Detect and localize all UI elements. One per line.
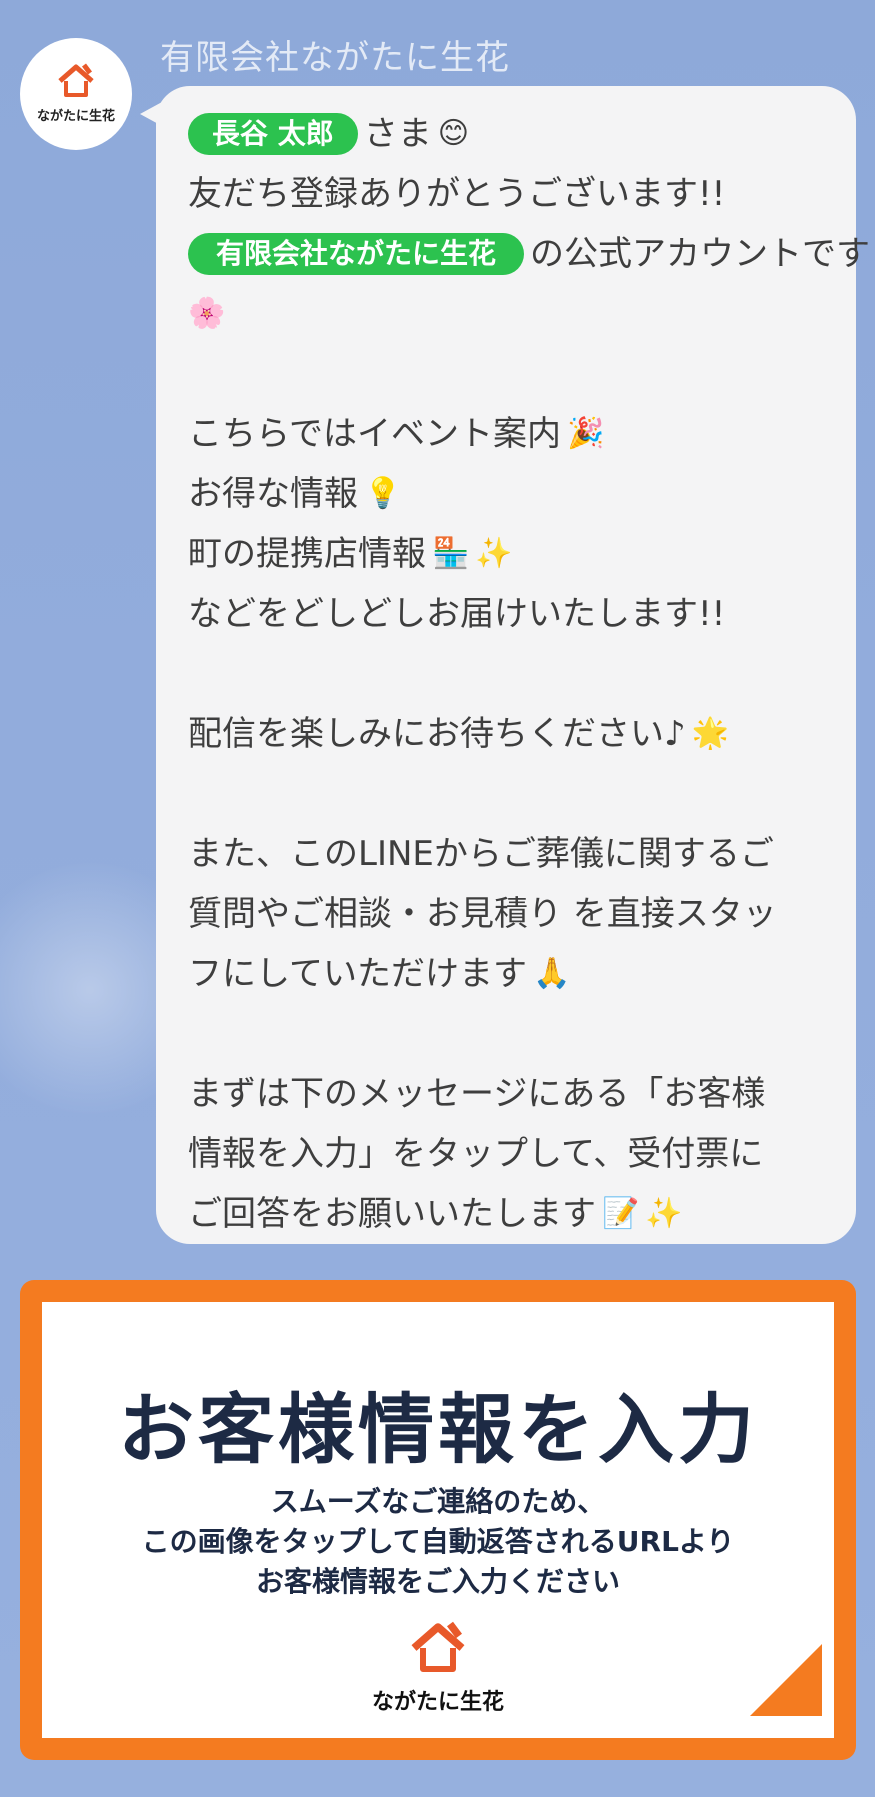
first-line-1: まずは下のメッセージにある「お客様 — [188, 1074, 766, 1114]
thanks-line: 友だち登録ありがとうございます!! — [188, 174, 726, 214]
first-line-2: 情報を入力」をタップして、受付票に — [188, 1134, 764, 1174]
also-line-1: また、このLINEからご葬儀に関するご — [188, 834, 774, 874]
card-logo-label: ながたに生花 — [371, 1690, 505, 1715]
blossom-emoji-icon: 🌸 — [188, 296, 226, 331]
house-heart-logo-icon — [411, 1621, 465, 1672]
also-line-3: フにしていただけます 🙏 — [188, 944, 838, 1004]
enjoy-text: 配信を楽しみにお待ちください♪ — [188, 714, 686, 754]
greeting-line: 長谷 太郎 さま 😊 — [188, 104, 838, 164]
enjoy-line: 配信を楽しみにお待ちください♪ 🌟 — [188, 704, 838, 764]
card-desc-line-2: この画像をタップして自動返答されるURLより — [141, 1525, 735, 1558]
events-text: こちらではイベント案内 — [188, 414, 561, 454]
avatar-label: ながたに生花 — [36, 108, 115, 124]
partners-line: 町の提携店情報 🏪 ✨ — [188, 524, 838, 584]
events-line: こちらではイベント案内 🎉 — [188, 404, 838, 464]
user-name-pill: 長谷 太郎 — [188, 113, 358, 155]
blossom-line: 🌸 — [188, 284, 838, 344]
message-text: 長谷 太郎 さま 😊 友だち登録ありがとうございます!! 有限会社ながたに生花 … — [188, 104, 870, 1244]
pray-emoji-icon: 🙏 — [532, 956, 571, 991]
card-desc-line-3: お客様情報をご入力ください — [255, 1565, 620, 1598]
memo-emoji-icon: 📝 — [602, 1196, 640, 1231]
official-line: 有限会社ながたに生花 の公式アカウントです — [188, 224, 870, 284]
light-bulb-emoji-icon: 💡 — [364, 476, 402, 511]
account-avatar[interactable]: ながたに生花 — [20, 38, 132, 150]
deliver-line: などをどしどしお届けいたします!! — [188, 594, 726, 634]
sparkles-emoji-icon-2: ✨ — [645, 1196, 683, 1231]
customer-info-card[interactable]: お客様情報を入力 スムーズなご連絡のため、 この画像をタップして自動返答されるU… — [20, 1280, 856, 1760]
glowing-star-emoji-icon: 🌟 — [691, 716, 730, 751]
corner-triangle-icon — [750, 1644, 822, 1716]
house-heart-logo-icon — [58, 63, 94, 97]
sender-name: 有限会社ながたに生花 — [160, 38, 510, 78]
party-popper-emoji-icon: 🎉 — [566, 416, 605, 451]
also-text-3: フにしていただけます — [188, 954, 527, 994]
sparkles-emoji-icon: ✨ — [475, 536, 513, 571]
card-logo: ながたに生花 — [372, 1618, 504, 1716]
card-description: スムーズなご連絡のため、 この画像をタップして自動返答されるURLより お客様情… — [42, 1482, 834, 1602]
smile-emoji-icon: 😊 — [437, 116, 470, 151]
first-text-3: ご回答をお願いいたします — [188, 1194, 596, 1234]
honorific: さま — [363, 114, 432, 154]
deals-line: お得な情報 💡 — [188, 464, 838, 524]
first-line-3: ご回答をお願いいたします 📝 ✨ — [188, 1184, 838, 1244]
card-inner[interactable]: お客様情報を入力 スムーズなご連絡のため、 この画像をタップして自動返答されるU… — [42, 1302, 834, 1738]
card-title: お客様情報を入力 — [118, 1385, 758, 1474]
also-line-2: 質問やご相談・お見積り を直接スタッ — [188, 894, 777, 934]
partners-text: 町の提携店情報 — [188, 534, 426, 574]
convenience-store-emoji-icon: 🏪 — [432, 536, 470, 571]
card-desc-line-1: スムーズなご連絡のため、 — [270, 1485, 606, 1518]
official-text: の公式アカウントです — [530, 234, 871, 274]
deals-text: お得な情報 — [188, 474, 358, 514]
company-name-pill: 有限会社ながたに生花 — [188, 233, 525, 275]
